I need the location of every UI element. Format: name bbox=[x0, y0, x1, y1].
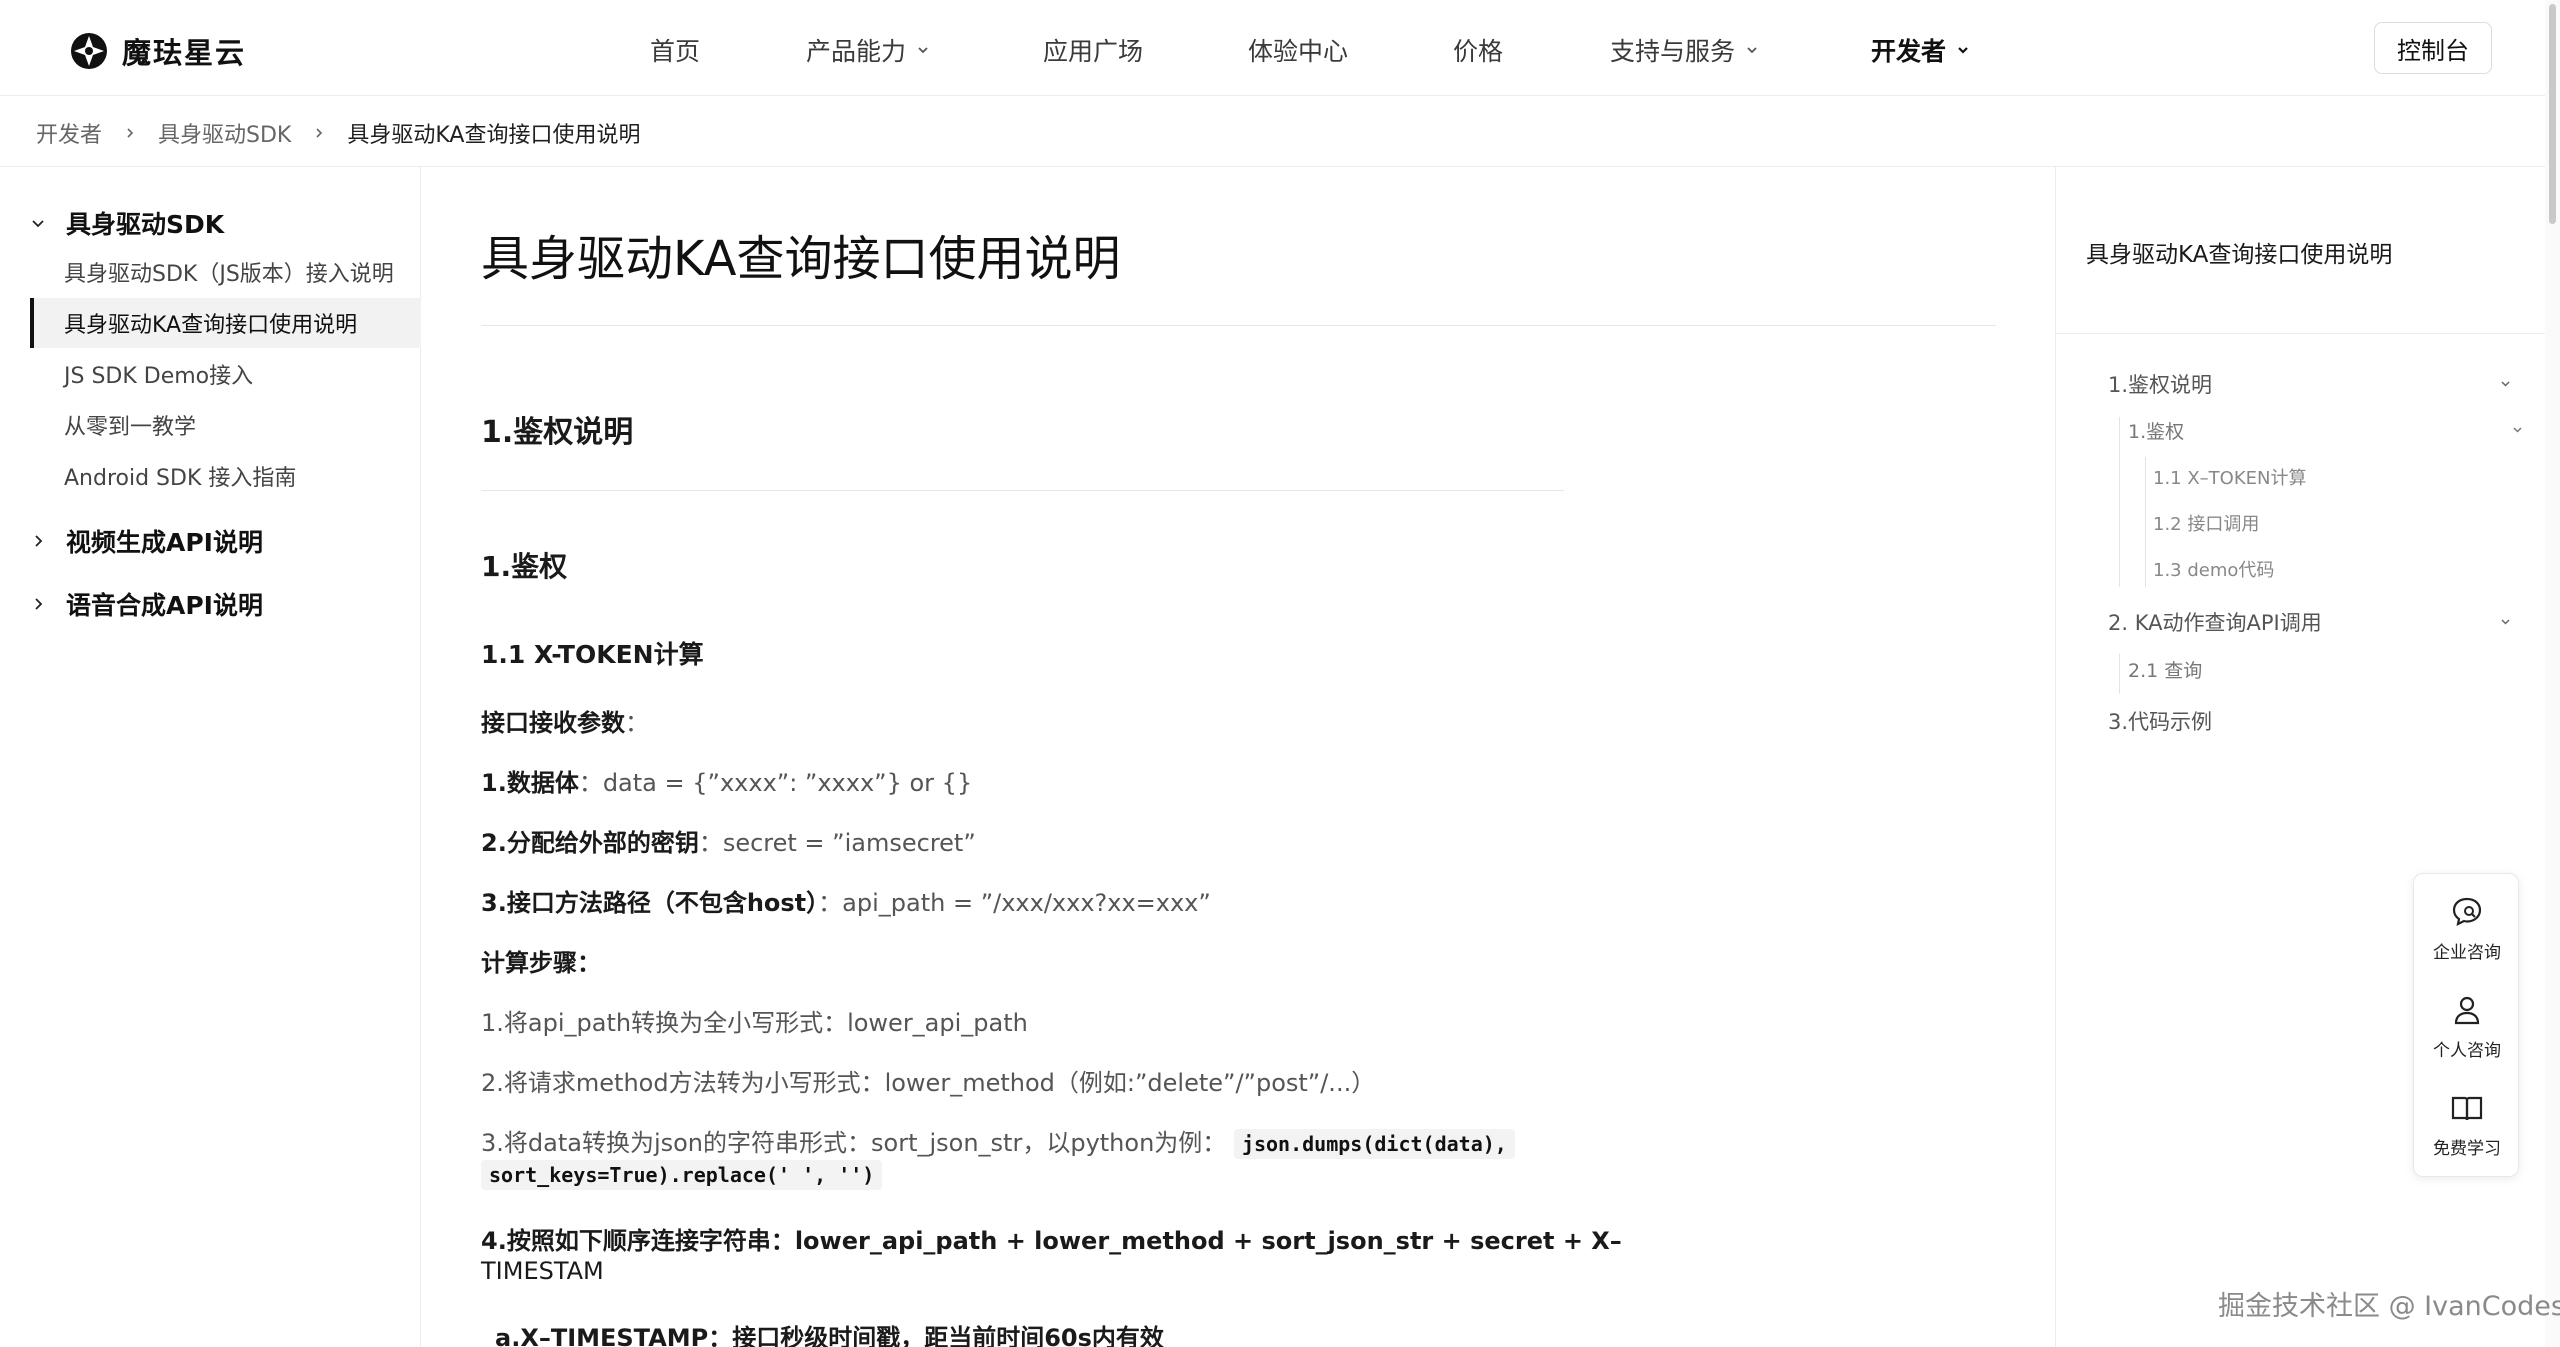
sidebar-item-ka-query[interactable]: 具身驱动KA查询接口使用说明 bbox=[30, 298, 421, 348]
doc-content: 具身驱动KA查询接口使用说明 1.鉴权说明 1.鉴权 1.1 X-TOKEN计算… bbox=[421, 167, 2055, 1347]
toc-guide-line bbox=[2119, 654, 2120, 694]
toc-guide-line bbox=[2119, 417, 2120, 587]
main-nav: 首页 产品能力 应用广场 体验中心 价格 支持与服务 开发者 bbox=[0, 0, 2545, 96]
page-title: 具身驱动KA查询接口使用说明 bbox=[481, 231, 1121, 287]
divider bbox=[481, 490, 1564, 491]
enterprise-consult-button[interactable]: 企业咨询 bbox=[2414, 880, 2520, 976]
divider bbox=[481, 325, 1996, 326]
breadcrumb-sdk[interactable]: 具身驱动SDK bbox=[158, 117, 291, 149]
inline-code: json.dumps(dict(data), bbox=[1233, 1129, 1515, 1159]
floating-contact-panel: 企业咨询 个人咨询 免费学习 bbox=[2413, 873, 2519, 1177]
nav-developer[interactable]: 开发者 bbox=[1871, 32, 1970, 68]
chevron-down-icon[interactable] bbox=[2511, 423, 2524, 436]
step-3: 3.将data转换为json的字符串形式：sort_json_str，以pyth… bbox=[481, 1123, 1515, 1159]
sidebar-group-sdk[interactable]: 具身驱动SDK bbox=[30, 205, 224, 241]
book-icon bbox=[2451, 1096, 2483, 1120]
chevron-down-icon[interactable] bbox=[2499, 615, 2512, 628]
scrollbar-thumb[interactable] bbox=[2549, 4, 2556, 224]
chevron-right-icon bbox=[35, 535, 43, 547]
subsection-heading-xtoken: 1.1 X-TOKEN计算 bbox=[481, 640, 704, 669]
toc-item-ka-query[interactable]: 2. KA动作查询API调用 bbox=[2108, 607, 2322, 637]
breadcrumb-developer[interactable]: 开发者 bbox=[36, 117, 102, 149]
sidebar-item-js-demo[interactable]: JS SDK Demo接入 bbox=[30, 349, 421, 399]
subsection-heading-auth: 1.鉴权 bbox=[481, 550, 568, 583]
nav-pricing[interactable]: 价格 bbox=[1453, 32, 1503, 68]
toc-title: 具身驱动KA查询接口使用说明 bbox=[2086, 242, 2393, 268]
chevron-down-icon[interactable] bbox=[2499, 377, 2512, 390]
nav-home[interactable]: 首页 bbox=[650, 32, 700, 68]
step-4a: a.X–TIMESTAMP：接口秒级时间戳，距当前时间60s内有效 bbox=[495, 1324, 1164, 1347]
toc-guide-line bbox=[2145, 457, 2146, 587]
sidebar-group-video-api[interactable]: 视频生成API说明 bbox=[30, 523, 263, 559]
free-learning-button[interactable]: 免费学习 bbox=[2414, 1076, 2520, 1172]
param-data-line: 1.数据体：data = {”xxxx”: ”xxxx”} or {} bbox=[481, 769, 973, 797]
step-4: 4.按照如下顺序连接字符串：lower_api_path + lower_met… bbox=[481, 1227, 1622, 1255]
inline-code: sort_keys=True).replace(' ', '') bbox=[481, 1160, 883, 1190]
chevron-down-icon bbox=[1958, 47, 1968, 54]
toc-item-demo-code[interactable]: 1.3 demo代码 bbox=[2153, 556, 2274, 582]
param-path-line: 3.接口方法路径（不包含host）：api_path = ”/xxx/xxx?x… bbox=[481, 889, 1211, 917]
breadcrumb: 开发者 具身驱动SDK 具身驱动KA查询接口使用说明 bbox=[36, 118, 640, 148]
console-button[interactable]: 控制台 bbox=[2374, 22, 2492, 74]
nav-products[interactable]: 产品能力 bbox=[806, 32, 930, 68]
left-sidebar: 具身驱动SDK 具身驱动SDK（JS版本）接入说明 具身驱动KA查询接口使用说明… bbox=[0, 167, 421, 1347]
chevron-down-icon bbox=[32, 220, 44, 228]
param-secret-line: 2.分配给外部的密钥：secret = ”iamsecret” bbox=[481, 829, 976, 857]
personal-consult-button[interactable]: 个人咨询 bbox=[2414, 978, 2520, 1074]
breadcrumb-current: 具身驱动KA查询接口使用说明 bbox=[347, 123, 641, 148]
chat-bubble-icon bbox=[2452, 897, 2482, 926]
sidebar-item-android-sdk[interactable]: Android SDK 接入指南 bbox=[30, 451, 421, 501]
nav-app-market[interactable]: 应用广场 bbox=[1043, 32, 1143, 68]
toc-item-api-call[interactable]: 1.2 接口调用 bbox=[2153, 510, 2259, 536]
step-1: 1.将api_path转换为全小写形式：lower_api_path bbox=[481, 1009, 1028, 1037]
toc-item-auth[interactable]: 1.鉴权说明 bbox=[2108, 369, 2212, 399]
step-2: 2.将请求method方法转为小写形式：lower_method（例如:”del… bbox=[481, 1069, 1376, 1097]
sidebar-item-tutorial[interactable]: 从零到一教学 bbox=[30, 400, 421, 450]
chevron-right-icon bbox=[127, 128, 134, 138]
nav-support[interactable]: 支持与服务 bbox=[1610, 32, 1759, 68]
sidebar-item-js-sdk[interactable]: 具身驱动SDK（JS版本）接入说明 bbox=[30, 247, 421, 297]
chevron-right-icon bbox=[316, 128, 323, 138]
toc-item-code-example[interactable]: 3.代码示例 bbox=[2108, 706, 2212, 736]
step-4-cont: TIMESTAM bbox=[481, 1257, 604, 1285]
toc-item-xtoken[interactable]: 1.1 X–TOKEN计算 bbox=[2153, 464, 2306, 490]
toc-item-auth-sub[interactable]: 1.鉴权 bbox=[2128, 417, 2184, 444]
chevron-down-icon bbox=[918, 47, 928, 54]
toc-item-query[interactable]: 2.1 查询 bbox=[2128, 656, 2202, 683]
nav-experience[interactable]: 体验中心 bbox=[1248, 32, 1348, 68]
chevron-right-icon bbox=[35, 598, 43, 610]
divider bbox=[2056, 333, 2546, 334]
watermark: 掘金技术社区 @ IvanCodes bbox=[2218, 1291, 2560, 1322]
steps-label: 计算步骤： bbox=[481, 949, 601, 977]
section-heading-auth: 1.鉴权说明 bbox=[481, 415, 634, 450]
chevron-down-icon bbox=[1747, 47, 1757, 54]
user-icon bbox=[2454, 996, 2480, 1024]
recv-params-line: 接口接收参数： bbox=[481, 709, 649, 737]
top-header: 魔珐星云 首页 产品能力 应用广场 体验中心 价格 支持与服务 开发者 控制台 bbox=[0, 0, 2545, 96]
sidebar-group-tts-api[interactable]: 语音合成API说明 bbox=[30, 586, 263, 622]
step-3-cont: sort_keys=True).replace(' ', '') bbox=[481, 1160, 883, 1190]
